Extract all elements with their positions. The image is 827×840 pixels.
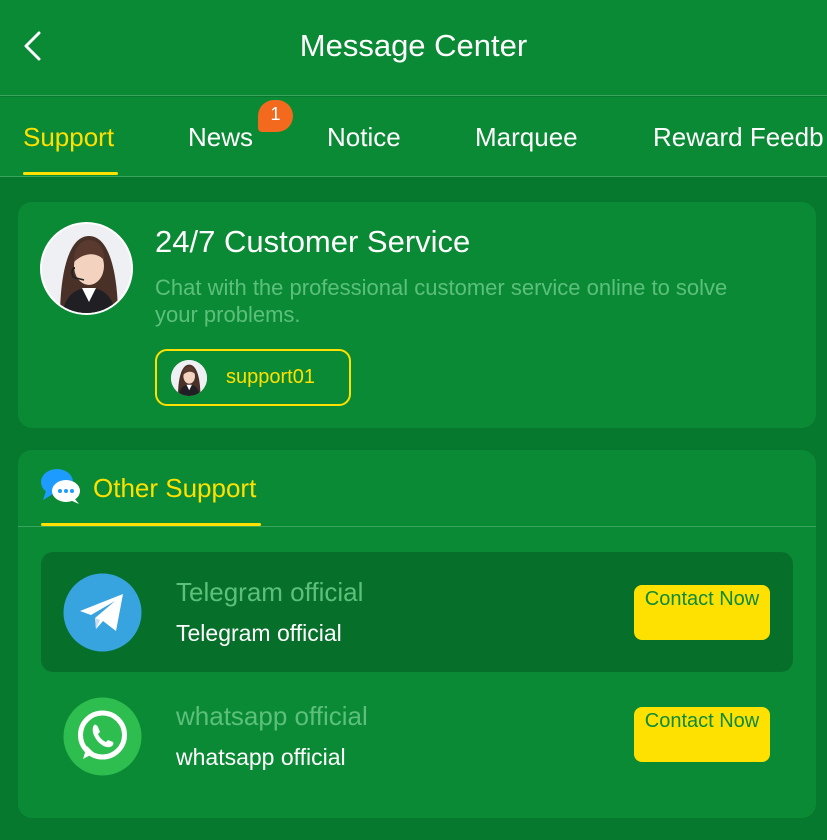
service-title: 24/7 Customer Service xyxy=(155,224,471,259)
tab-marquee[interactable]: Marquee xyxy=(475,122,578,152)
tab-bar: Support News Notice Marquee Reward Feedb xyxy=(0,97,827,177)
agent-avatar-icon xyxy=(40,222,133,315)
other-support-header: Other Support xyxy=(18,450,816,527)
other-support-indicator xyxy=(41,523,261,526)
channel-title: Telegram official xyxy=(176,577,364,607)
chat-bubble-icon xyxy=(41,469,80,504)
active-tab-indicator xyxy=(23,172,118,175)
tab-support[interactable]: Support xyxy=(23,122,114,152)
agent-avatar-small-icon xyxy=(171,360,207,396)
customer-service-card: 24/7 Customer Service Chat with the prof… xyxy=(18,202,816,428)
service-description: Chat with the professional customer serv… xyxy=(155,275,728,327)
support-channel-row-telegram[interactable]: Telegram official Telegram official Cont… xyxy=(41,552,793,672)
contact-now-button[interactable]: Contact Now xyxy=(634,707,770,762)
other-support-title: Other Support xyxy=(93,473,257,503)
channel-subtitle: whatsapp official xyxy=(176,744,346,770)
header-bar: Message Center xyxy=(0,0,827,96)
tab-reward-feedback[interactable]: Reward Feedb xyxy=(653,122,824,152)
contact-now-button[interactable]: Contact Now xyxy=(634,585,770,640)
other-support-card: Other Support Telegram official Telegram… xyxy=(18,450,816,818)
telegram-icon xyxy=(63,573,142,652)
channel-subtitle: Telegram official xyxy=(176,620,342,646)
page-title: Message Center xyxy=(299,28,528,63)
channel-title: whatsapp official xyxy=(176,701,368,731)
tab-news[interactable]: News xyxy=(188,122,253,152)
support-channel-row-whatsapp[interactable]: whatsapp official whatsapp official Cont… xyxy=(41,676,793,796)
whatsapp-icon xyxy=(63,697,142,776)
agent-name: support01 xyxy=(226,366,315,388)
tab-notice[interactable]: Notice xyxy=(327,122,401,152)
news-unread-badge: 1 xyxy=(258,100,293,132)
support-agent-button[interactable]: support01 xyxy=(155,349,351,406)
